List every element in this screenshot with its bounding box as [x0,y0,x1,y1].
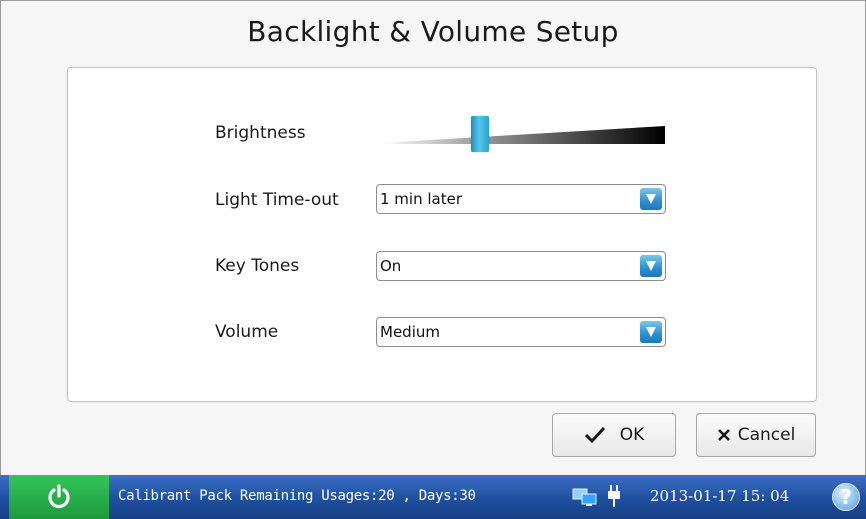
chevron-down-icon[interactable] [640,255,662,277]
volume-value: Medium [380,323,440,341]
page-title: Backlight & Volume Setup [247,15,619,48]
help-glyph: ? [840,485,852,509]
computer-connection-icon [572,488,597,506]
brightness-label: Brightness [215,123,306,143]
light-timeout-select[interactable]: 1 min later [376,184,666,214]
key-tones-select[interactable]: On [376,251,666,281]
power-plug-icon [608,485,620,507]
brightness-ramp [380,126,665,144]
power-button[interactable] [9,475,109,519]
light-timeout-value: 1 min later [380,190,463,208]
chevron-down-icon[interactable] [640,321,662,343]
volume-select[interactable]: Medium [376,317,666,347]
setup-screen: Backlight & Volume Setup Brightness Ligh… [0,0,866,476]
light-timeout-label: Light Time-out [215,190,339,210]
checkmark-icon [584,426,606,444]
cancel-button-label: Cancel [737,425,796,445]
help-icon[interactable]: ? [832,483,860,511]
chevron-down-icon[interactable] [640,188,662,210]
brightness-slider-thumb[interactable] [470,116,489,152]
ok-button-label: OK [619,425,645,445]
settings-panel: Brightness Light Time-out 1 min later Ke… [67,67,817,402]
brightness-slider-track[interactable] [380,126,665,144]
status-bar: Calibrant Pack Remaining Usages:20 , Day… [0,475,866,519]
key-tones-label: Key Tones [215,256,300,276]
key-tones-value: On [380,257,402,275]
date-time: 2013-01-17 15: 04 [650,487,790,505]
x-icon [717,428,731,442]
status-message: Calibrant Pack Remaining Usages:20 , Day… [118,488,476,504]
cancel-button[interactable]: Cancel [696,413,816,457]
ok-button[interactable]: OK [552,413,676,457]
volume-label: Volume [215,322,279,342]
power-icon [48,484,70,509]
